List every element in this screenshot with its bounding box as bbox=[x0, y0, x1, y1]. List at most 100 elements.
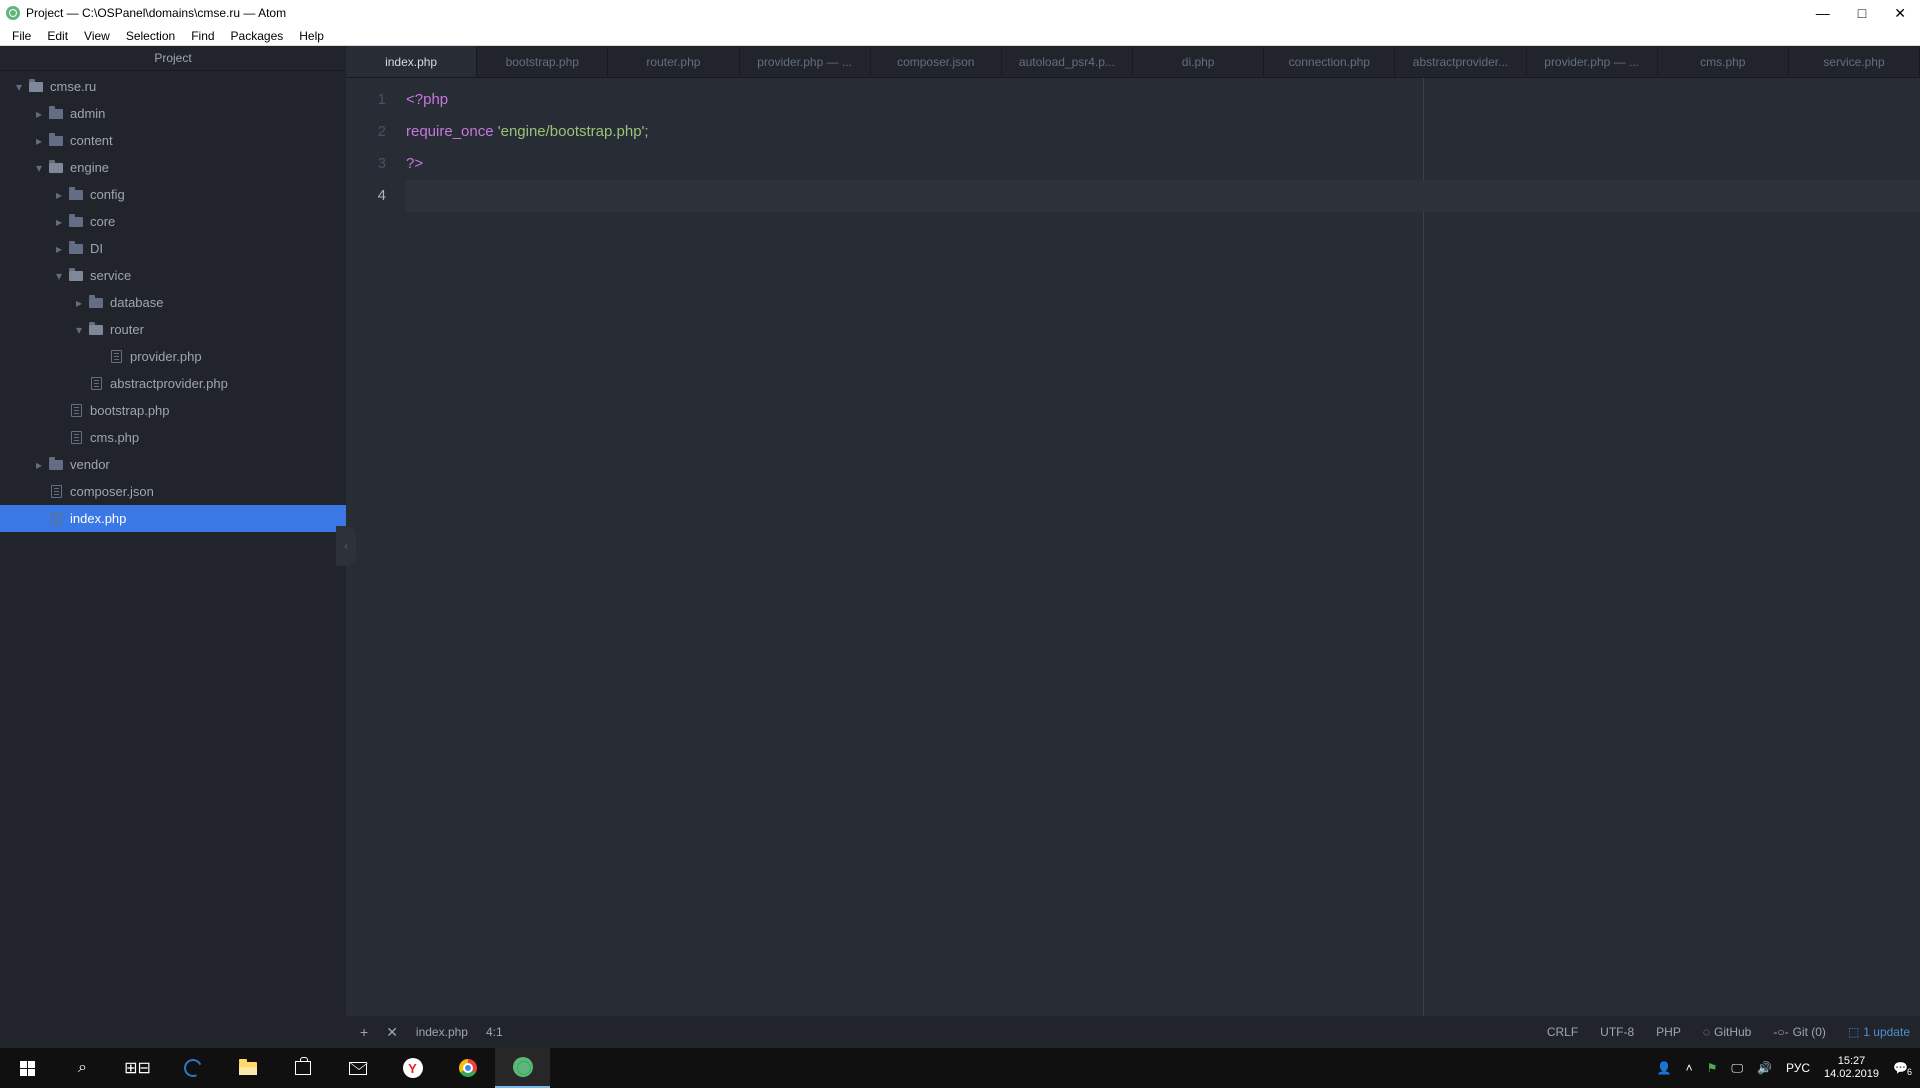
wrap-guide bbox=[1423, 78, 1424, 1016]
folder-icon bbox=[48, 457, 64, 473]
folder-icon bbox=[88, 322, 104, 338]
editor-tab[interactable]: cms.php bbox=[1658, 46, 1789, 77]
menu-edit[interactable]: Edit bbox=[39, 27, 76, 45]
chevron-right-icon[interactable] bbox=[54, 215, 64, 229]
tray-language[interactable]: РУС bbox=[1786, 1061, 1810, 1075]
chevron-right-icon[interactable] bbox=[54, 188, 64, 202]
close-file-button[interactable]: ✕ bbox=[386, 1024, 398, 1041]
chevron-down-icon[interactable] bbox=[34, 161, 44, 175]
maximize-button[interactable]: □ bbox=[1858, 5, 1866, 22]
store-app[interactable] bbox=[275, 1048, 330, 1088]
tree-item-label: service bbox=[90, 268, 131, 283]
editor-tab[interactable]: di.php bbox=[1133, 46, 1264, 77]
start-button[interactable] bbox=[0, 1048, 55, 1088]
tree-item[interactable]: admin bbox=[0, 100, 346, 127]
chevron-down-icon[interactable] bbox=[74, 323, 84, 337]
menu-packages[interactable]: Packages bbox=[223, 27, 292, 45]
tree-item[interactable]: service bbox=[0, 262, 346, 289]
chevron-right-icon[interactable] bbox=[34, 458, 44, 472]
chevron-right-icon[interactable] bbox=[34, 134, 44, 148]
new-file-button[interactable]: + bbox=[360, 1024, 368, 1040]
menu-view[interactable]: View bbox=[76, 27, 118, 45]
search-button[interactable]: ⌕ bbox=[55, 1048, 110, 1088]
people-icon[interactable]: 👤 bbox=[1657, 1061, 1672, 1075]
file-icon bbox=[68, 430, 84, 446]
chevron-right-icon[interactable] bbox=[74, 296, 84, 310]
code-content[interactable]: <?php require_once 'engine/bootstrap.php… bbox=[406, 78, 1920, 1016]
editor-tab[interactable]: service.php bbox=[1789, 46, 1920, 77]
folder-icon bbox=[68, 214, 84, 230]
chevron-down-icon[interactable] bbox=[54, 269, 64, 283]
tree-item-label: core bbox=[90, 214, 115, 229]
tree-item[interactable]: router bbox=[0, 316, 346, 343]
file-icon bbox=[108, 349, 124, 365]
tree-item[interactable]: engine bbox=[0, 154, 346, 181]
editor-tab[interactable]: autoload_psr4.p... bbox=[1002, 46, 1133, 77]
clock-time: 15:27 bbox=[1824, 1055, 1879, 1068]
editor-tab[interactable]: composer.json bbox=[871, 46, 1002, 77]
status-git[interactable]: -○-Git (0) bbox=[1773, 1025, 1826, 1039]
tree-item[interactable]: composer.json bbox=[0, 478, 346, 505]
tray-chevron-icon[interactable]: ˄ bbox=[1686, 1061, 1693, 1075]
editor-tab[interactable]: abstractprovider... bbox=[1395, 46, 1526, 77]
tree-item-label: database bbox=[110, 295, 164, 310]
tree-item[interactable]: database bbox=[0, 289, 346, 316]
chevron-right-icon[interactable] bbox=[34, 107, 44, 121]
line-number: 1 bbox=[346, 84, 406, 116]
code-area[interactable]: 1 2 3 4 <?php require_once 'engine/boots… bbox=[346, 78, 1920, 1016]
folder-icon bbox=[68, 187, 84, 203]
editor-tab[interactable]: provider.php — ... bbox=[740, 46, 871, 77]
tree-item[interactable]: DI bbox=[0, 235, 346, 262]
editor-tab[interactable]: router.php bbox=[608, 46, 739, 77]
status-updates[interactable]: ⬚1 update bbox=[1848, 1025, 1910, 1039]
tree-item[interactable]: config bbox=[0, 181, 346, 208]
window-titlebar: Project — C:\OSPanel\domains\cmse.ru — A… bbox=[0, 0, 1920, 26]
windows-taskbar: ⌕ ⊞⊟ Y 👤 ˄ ⚑ 🖵 🔊 РУС 15:27 14.02.2019 💬6 bbox=[0, 1048, 1920, 1088]
tree-item[interactable]: cmse.ru bbox=[0, 73, 346, 100]
code-token: require_once bbox=[406, 123, 494, 140]
file-tree[interactable]: cmse.ruadmincontentengineconfig core DI ser… bbox=[0, 71, 346, 1048]
tree-item[interactable]: vendor bbox=[0, 451, 346, 478]
menu-selection[interactable]: Selection bbox=[118, 27, 183, 45]
menu-file[interactable]: File bbox=[4, 27, 39, 45]
status-language[interactable]: PHP bbox=[1656, 1025, 1681, 1039]
status-eol[interactable]: CRLF bbox=[1547, 1025, 1578, 1039]
tree-item[interactable]: provider.php bbox=[0, 343, 346, 370]
chevron-down-icon[interactable] bbox=[14, 80, 24, 94]
chevron-right-icon[interactable] bbox=[54, 242, 64, 256]
git-branch-icon: -○- bbox=[1773, 1025, 1788, 1039]
tray-clock[interactable]: 15:27 14.02.2019 bbox=[1824, 1055, 1879, 1081]
editor-tab[interactable]: index.php bbox=[346, 46, 477, 77]
action-center-icon[interactable]: 💬6 bbox=[1893, 1061, 1908, 1075]
tree-item[interactable]: core bbox=[0, 208, 346, 235]
status-file[interactable]: index.php bbox=[416, 1025, 468, 1039]
task-view-button[interactable]: ⊞⊟ bbox=[110, 1048, 165, 1088]
tray-volume-icon[interactable]: 🔊 bbox=[1757, 1061, 1772, 1075]
yandex-app[interactable]: Y bbox=[385, 1048, 440, 1088]
code-token: ; bbox=[644, 123, 648, 140]
mail-app[interactable] bbox=[330, 1048, 385, 1088]
close-button[interactable]: ✕ bbox=[1894, 5, 1906, 22]
clock-date: 14.02.2019 bbox=[1824, 1068, 1879, 1081]
status-encoding[interactable]: UTF-8 bbox=[1600, 1025, 1634, 1039]
atom-app[interactable] bbox=[495, 1048, 550, 1088]
tray-flag-icon[interactable]: ⚑ bbox=[1707, 1061, 1718, 1075]
editor-tab[interactable]: connection.php bbox=[1264, 46, 1395, 77]
status-cursor-pos[interactable]: 4:1 bbox=[486, 1025, 503, 1039]
tray-display-icon[interactable]: 🖵 bbox=[1731, 1061, 1743, 1076]
menu-find[interactable]: Find bbox=[183, 27, 222, 45]
editor-tab[interactable]: provider.php — ... bbox=[1527, 46, 1658, 77]
editor-tab[interactable]: bootstrap.php bbox=[477, 46, 608, 77]
status-github[interactable]: ◌GitHub bbox=[1703, 1025, 1752, 1039]
tree-item[interactable]: abstractprovider.php bbox=[0, 370, 346, 397]
tree-item[interactable]: content bbox=[0, 127, 346, 154]
chrome-app[interactable] bbox=[440, 1048, 495, 1088]
code-token: ?> bbox=[406, 155, 423, 172]
tree-item[interactable]: cms.php bbox=[0, 424, 346, 451]
tree-item[interactable]: index.php bbox=[0, 505, 346, 532]
edge-app[interactable] bbox=[165, 1048, 220, 1088]
tree-item[interactable]: bootstrap.php bbox=[0, 397, 346, 424]
menu-help[interactable]: Help bbox=[291, 27, 332, 45]
explorer-app[interactable] bbox=[220, 1048, 275, 1088]
minimize-button[interactable]: — bbox=[1816, 5, 1830, 22]
